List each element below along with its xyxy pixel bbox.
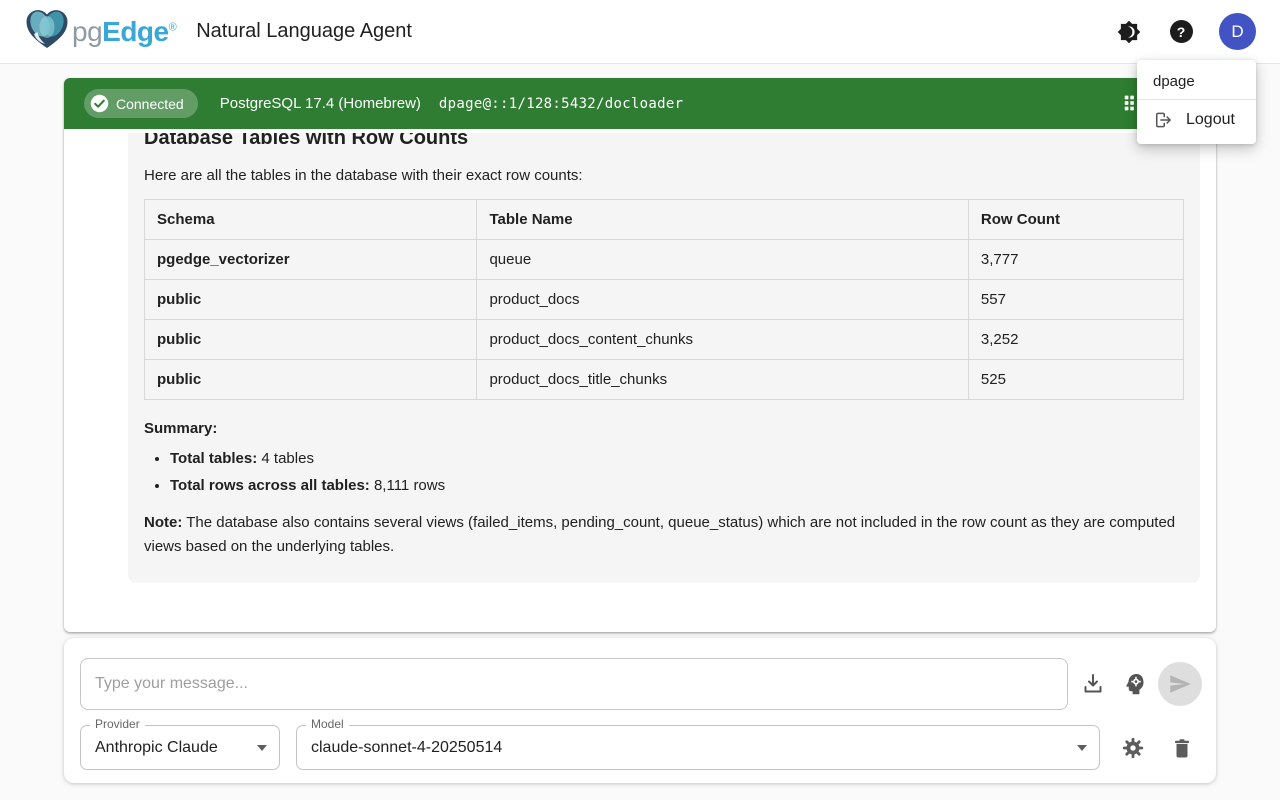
table-row: pgedge_vectorizerqueue3,777 — [145, 240, 1184, 280]
message-heading: Database Tables with Row Counts — [144, 133, 1184, 150]
table-cell: product_docs_content_chunks — [477, 320, 968, 360]
app-bar: pgEdge® Natural Language Agent ? D — [0, 0, 1280, 64]
provider-select-value: Anthropic Claude — [95, 739, 218, 757]
user-menu-username: dpage — [1137, 68, 1256, 99]
user-menu: dpage Logout — [1137, 60, 1256, 144]
menu-divider — [1137, 99, 1256, 100]
table-cell: 557 — [968, 280, 1183, 320]
logout-label: Logout — [1186, 111, 1235, 129]
table-header-row: Schema Table Name Row Count — [145, 200, 1184, 240]
table-cell: public — [145, 280, 477, 320]
table-cell: 525 — [968, 360, 1183, 400]
table-row: publicproduct_docs_content_chunks3,252 — [145, 320, 1184, 360]
summary-list: Total tables: 4 tables Total rows across … — [170, 450, 1184, 494]
conversation-card: Connected PostgreSQL 17.4 (Homebrew) dpa… — [64, 78, 1216, 632]
table-cell: public — [145, 320, 477, 360]
table-row: publicproduct_docs_title_chunks525 — [145, 360, 1184, 400]
model-select[interactable]: Model claude-sonnet-4-20250514 — [296, 725, 1100, 770]
col-header-table-name: Table Name — [477, 200, 968, 240]
appbar-actions: ? D — [1115, 13, 1256, 50]
theme-toggle-icon[interactable] — [1115, 18, 1143, 46]
pgedge-logo-text: pgEdge® — [72, 16, 176, 48]
table-body: pgedge_vectorizerqueue3,777publicproduct… — [145, 240, 1184, 400]
pgedge-logo-icon — [24, 7, 70, 56]
connected-badge: Connected — [84, 89, 198, 118]
provider-select-label: Provider — [90, 717, 145, 731]
connection-status-bar: Connected PostgreSQL 17.4 (Homebrew) dpa… — [64, 78, 1216, 129]
table-cell: product_docs — [477, 280, 968, 320]
send-icon — [1167, 671, 1193, 697]
col-header-schema: Schema — [145, 200, 477, 240]
pgedge-logo: pgEdge® — [24, 7, 176, 56]
model-select-label: Model — [306, 717, 349, 731]
col-header-row-count: Row Count — [968, 200, 1183, 240]
server-version: PostgreSQL 17.4 (Homebrew) — [220, 95, 421, 112]
table-cell: 3,252 — [968, 320, 1183, 360]
chevron-down-icon — [1077, 745, 1087, 751]
trash-icon[interactable] — [1168, 734, 1196, 762]
summary-heading: Summary: — [144, 420, 1184, 437]
message-intro: Here are all the tables in the database … — [144, 167, 1184, 184]
table-cell: queue — [477, 240, 968, 280]
table-row: publicproduct_docs557 — [145, 280, 1184, 320]
connection-dsn: dpage@::1/128:5432/docloader — [439, 96, 683, 112]
logout-menu-item[interactable]: Logout — [1137, 102, 1256, 138]
composer-panel: Provider Anthropic Claude Model claude-s… — [64, 638, 1216, 783]
download-icon[interactable] — [1079, 670, 1107, 698]
table-cell: pgedge_vectorizer — [145, 240, 477, 280]
send-button[interactable] — [1158, 662, 1202, 706]
assistant-message-bubble: Database Tables with Row Counts Here are… — [128, 133, 1200, 583]
summary-bullet: Total rows across all tables: 8,111 rows — [170, 477, 1184, 494]
help-icon[interactable]: ? — [1167, 18, 1195, 46]
connected-label: Connected — [116, 96, 184, 112]
provider-select[interactable]: Provider Anthropic Claude — [80, 725, 280, 770]
table-cell: 3,777 — [968, 240, 1183, 280]
chevron-down-icon — [257, 745, 267, 751]
settings-gear-icon[interactable] — [1119, 734, 1147, 762]
logout-icon — [1153, 110, 1173, 130]
model-select-value: claude-sonnet-4-20250514 — [311, 739, 502, 757]
table-cell: public — [145, 360, 477, 400]
ai-reasoning-icon[interactable] — [1121, 670, 1149, 698]
message-input[interactable] — [80, 658, 1068, 710]
message-scroll-area[interactable]: Database Tables with Row Counts Here are… — [64, 133, 1216, 632]
summary-bullet: Total tables: 4 tables — [170, 450, 1184, 467]
row-counts-table: Schema Table Name Row Count pgedge_vecto… — [144, 199, 1184, 400]
message-note: Note: The database also contains several… — [144, 511, 1184, 559]
table-cell: product_docs_title_chunks — [477, 360, 968, 400]
page-title: Natural Language Agent — [196, 20, 412, 43]
page-root: pgEdge® Natural Language Agent ? D — [0, 0, 1280, 800]
user-avatar[interactable]: D — [1219, 13, 1256, 50]
check-circle-icon — [90, 94, 109, 113]
